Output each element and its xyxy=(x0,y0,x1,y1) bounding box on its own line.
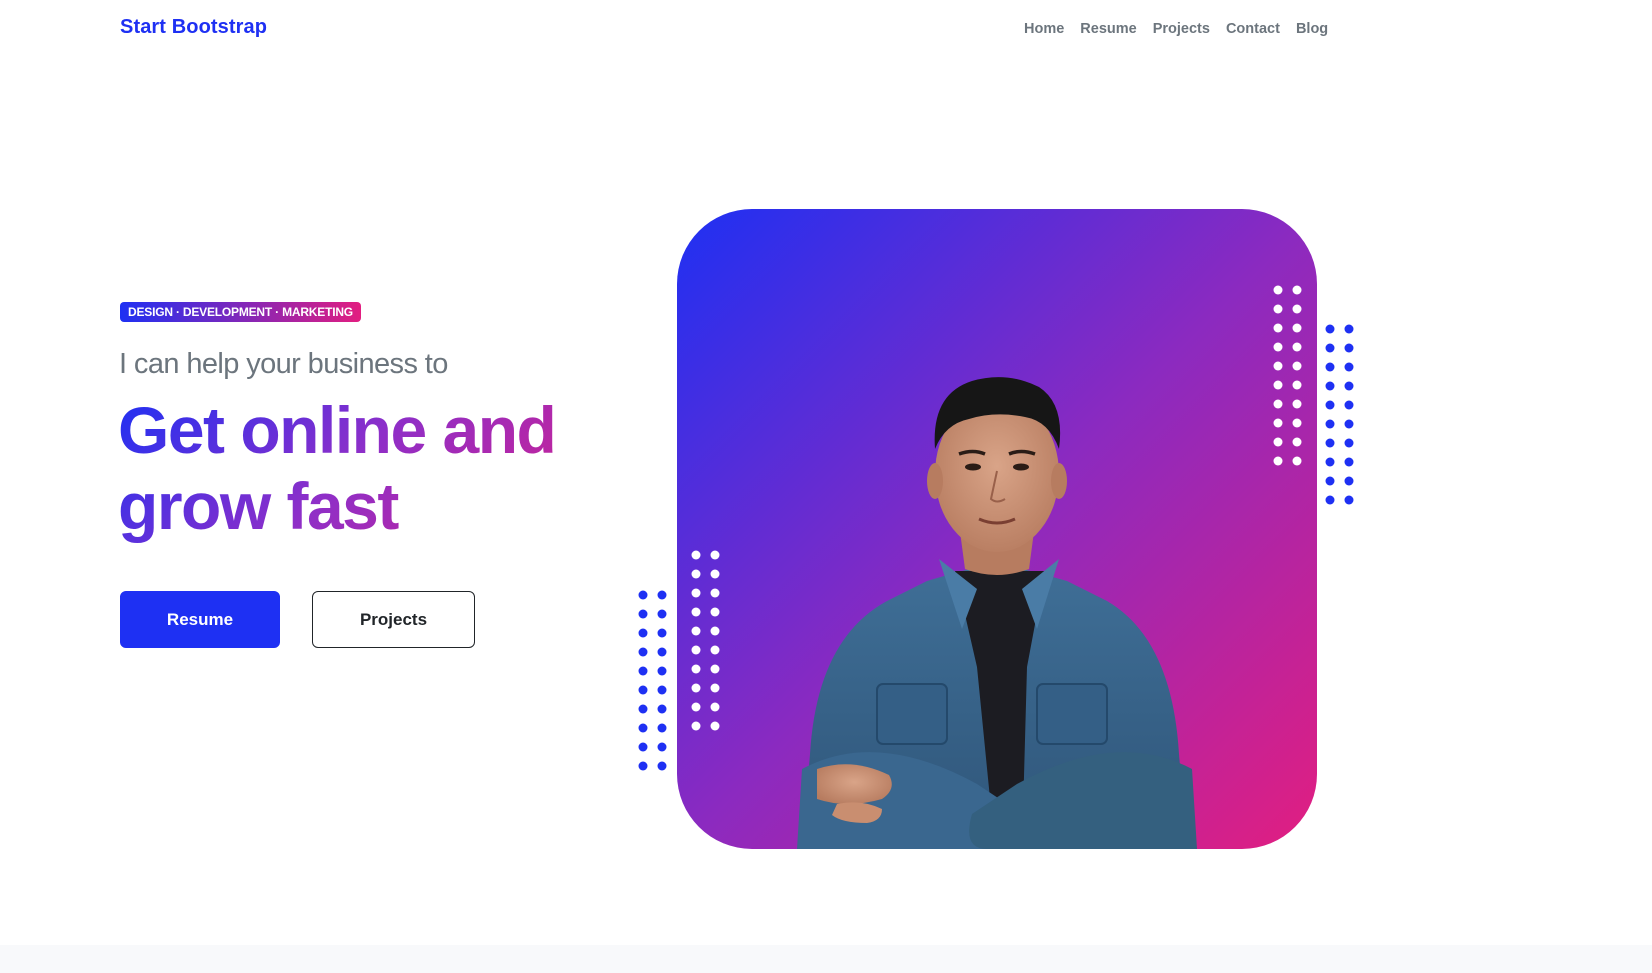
hero-headline: Get online and grow fast xyxy=(118,392,638,544)
services-badge: DESIGN · DEVELOPMENT · MARKETING xyxy=(120,302,361,322)
nav-link-projects[interactable]: Projects xyxy=(1153,21,1210,37)
next-section-strip xyxy=(0,945,1652,973)
profile-card xyxy=(677,209,1317,849)
hero-headline-line-2: grow fast xyxy=(118,469,398,543)
dot-pattern-right-blue xyxy=(1325,324,1354,505)
page: Start Bootstrap Home Resume Projects Con… xyxy=(0,0,1652,973)
nav-link-home[interactable]: Home xyxy=(1024,21,1064,37)
navbar: Start Bootstrap Home Resume Projects Con… xyxy=(0,0,1652,60)
resume-button[interactable]: Resume xyxy=(120,591,280,648)
nav-link-contact[interactable]: Contact xyxy=(1226,21,1280,37)
hero-headline-line-1: Get online and xyxy=(118,393,556,467)
hero-lead: I can help your business to xyxy=(119,348,448,380)
nav-link-resume[interactable]: Resume xyxy=(1080,21,1136,37)
nav-link-blog[interactable]: Blog xyxy=(1296,21,1328,37)
profile-photo xyxy=(797,377,1197,849)
dot-pattern-left-white xyxy=(691,550,720,731)
nav-links: Home Resume Projects Contact Blog xyxy=(1024,20,1328,38)
brand-logo[interactable]: Start Bootstrap xyxy=(120,16,267,39)
projects-button[interactable]: Projects xyxy=(312,591,475,648)
dot-pattern-left-blue xyxy=(638,590,667,771)
dot-pattern-right-white xyxy=(1273,285,1302,466)
